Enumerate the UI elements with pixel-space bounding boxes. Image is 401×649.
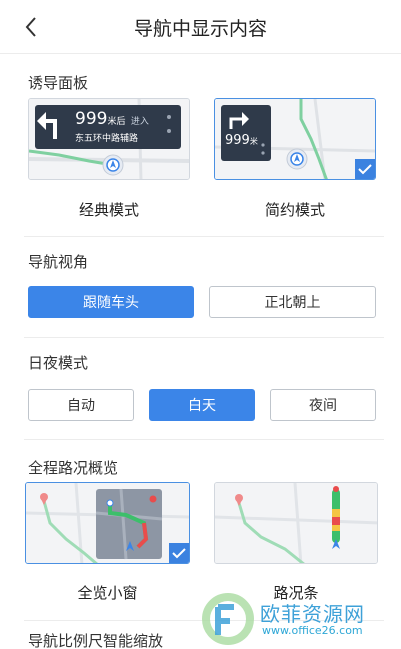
overview-window-card[interactable] xyxy=(25,482,190,564)
overview-window-label: 全览小窗 xyxy=(77,584,138,602)
classic-mode-card[interactable]: 999米后 进入 东五环中路辅路 xyxy=(28,98,190,180)
watermark-url: www.office26.com xyxy=(262,624,363,637)
section-title-scale: 导航比例尺智能缩放 xyxy=(28,632,164,649)
distance-unit: 米 xyxy=(249,137,258,146)
classic-mode-label: 经典模式 xyxy=(78,201,139,219)
follow-heading-button[interactable]: 跟随车头 xyxy=(28,286,194,318)
night-mode-button[interactable]: 夜间 xyxy=(270,389,376,421)
distance-unit: 米后 xyxy=(107,117,126,127)
header-bar: 导航中显示内容 xyxy=(0,0,401,54)
north-up-button[interactable]: 正北朝上 xyxy=(209,286,376,318)
watermark-text: 欧菲资源网 xyxy=(260,602,365,626)
divider xyxy=(24,439,384,440)
overview-window-preview xyxy=(26,483,189,563)
section-title-overview: 全程路况概览 xyxy=(28,459,119,477)
traffic-bar-card[interactable] xyxy=(214,482,378,564)
page-title: 导航中显示内容 xyxy=(133,18,267,40)
distance-value: 999 xyxy=(75,109,108,129)
distance-value: 999 xyxy=(225,133,250,148)
divider xyxy=(24,337,384,338)
action-text: 进入 xyxy=(130,117,149,127)
day-mode-button[interactable]: 白天 xyxy=(149,389,255,421)
road-name: 东五环中路辅路 xyxy=(75,134,139,144)
section-title-day-night: 日夜模式 xyxy=(28,354,89,372)
traffic-bar-preview xyxy=(215,483,377,563)
selected-check-icon xyxy=(355,159,375,179)
section-title-nav-view: 导航视角 xyxy=(28,253,89,271)
section-title-guidance: 诱导面板 xyxy=(28,74,89,92)
simple-mode-label: 简约模式 xyxy=(264,201,325,219)
simple-mode-card[interactable]: 999米 xyxy=(214,98,376,180)
auto-mode-button[interactable]: 自动 xyxy=(28,389,134,421)
selected-check-icon xyxy=(169,543,189,563)
divider xyxy=(24,236,384,237)
